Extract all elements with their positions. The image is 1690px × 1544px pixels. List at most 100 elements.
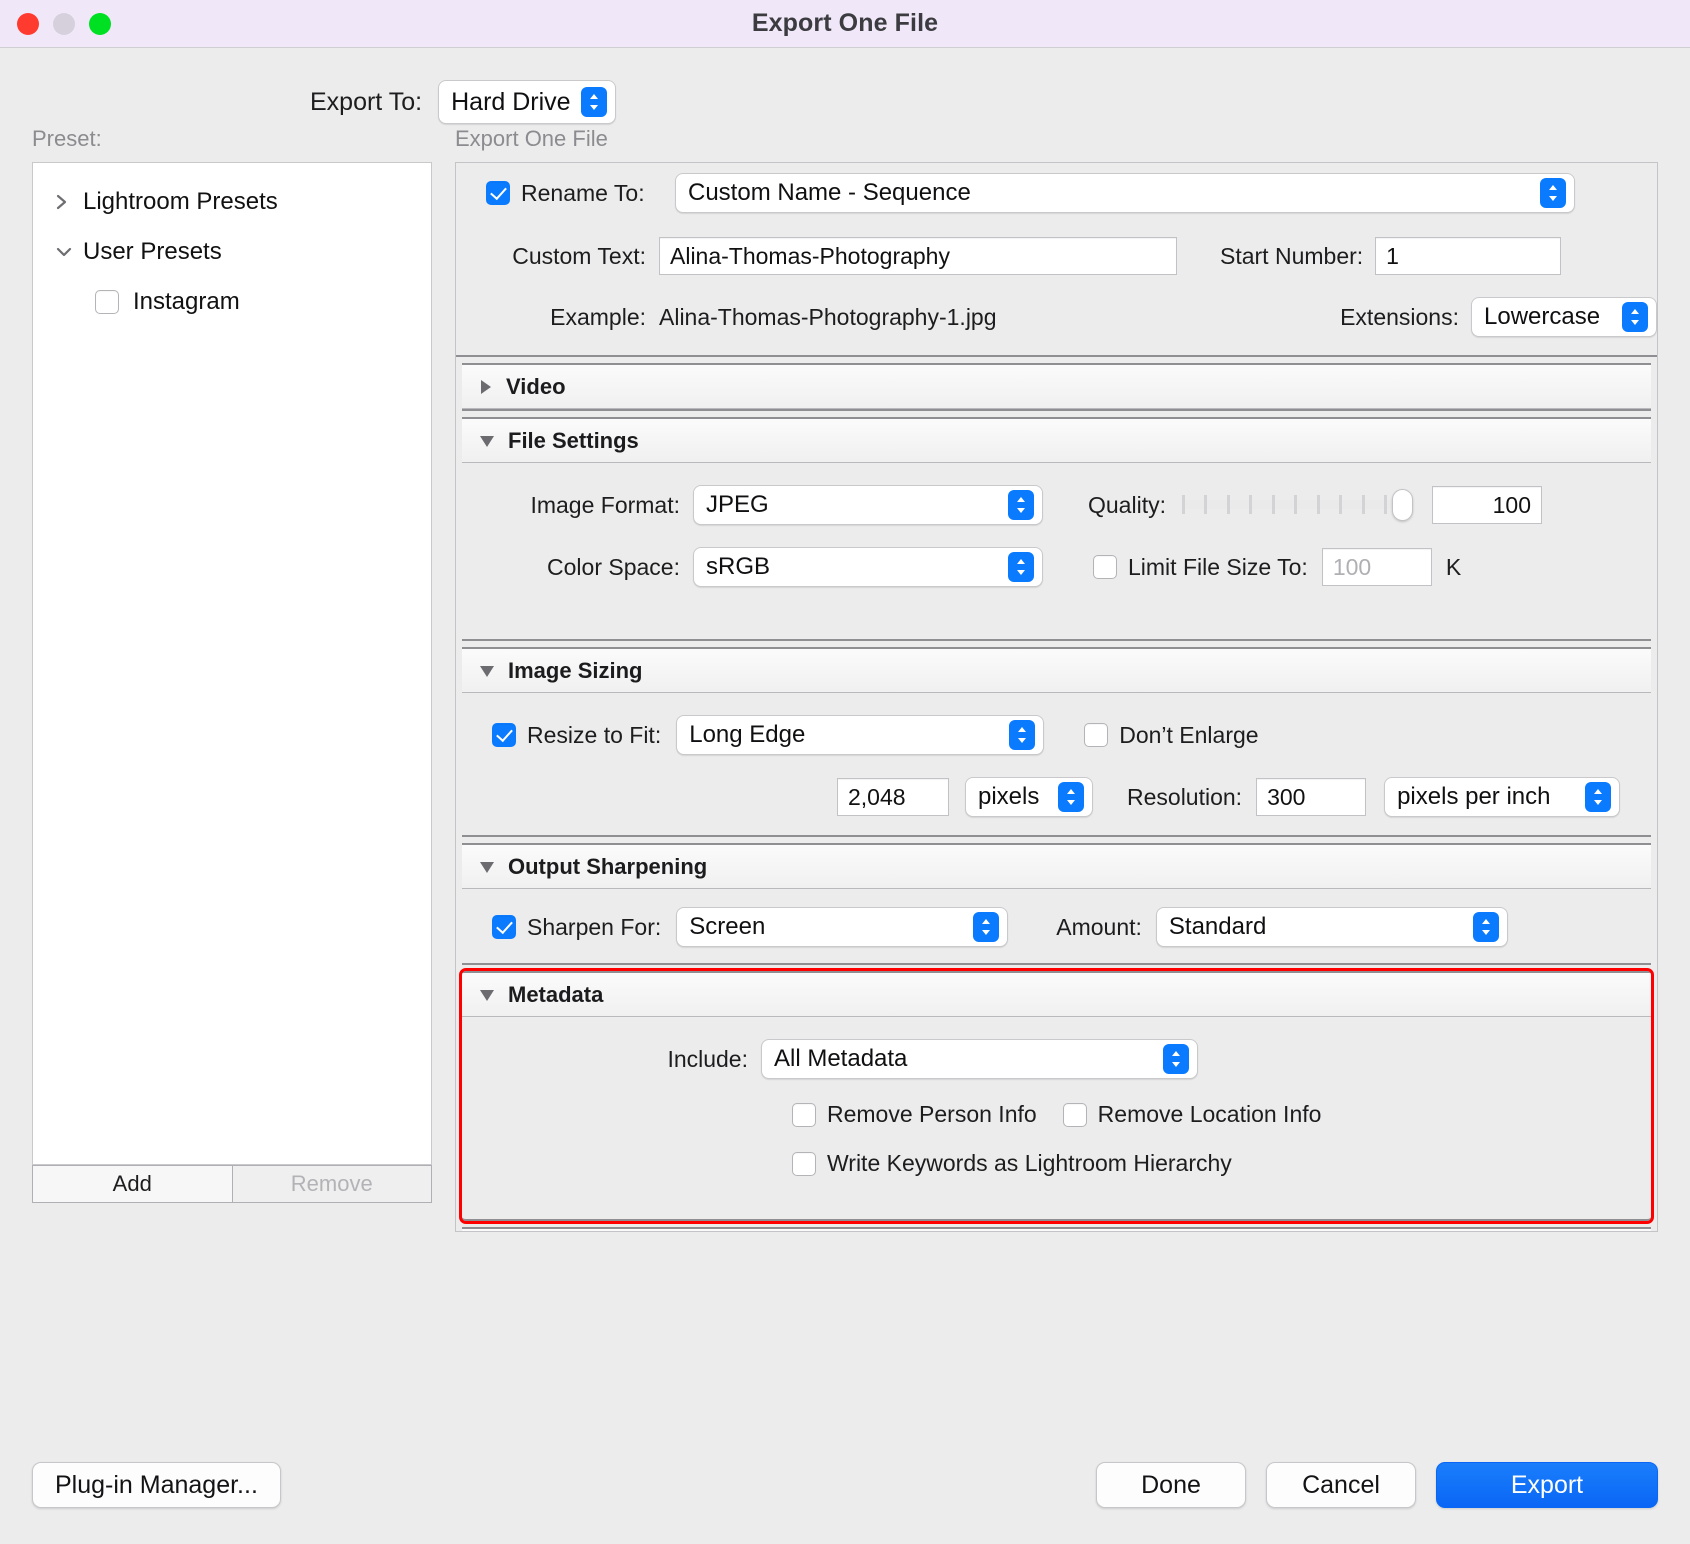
preset-group-label: Lightroom Presets — [83, 188, 278, 215]
resize-to-fit-checkbox[interactable] — [492, 723, 516, 747]
export-button[interactable]: Export — [1436, 1462, 1658, 1508]
dont-enlarge-checkbox[interactable] — [1084, 723, 1109, 747]
include-row: Include: All Metadata — [462, 1039, 1651, 1079]
triangle-down-icon[interactable] — [478, 662, 496, 680]
metadata-header[interactable]: Metadata — [462, 973, 1651, 1017]
remove-person-info-checkbox[interactable] — [792, 1102, 816, 1127]
remove-info-row: Remove Person Info Remove Location Info — [462, 1101, 1651, 1128]
settings-header: Export One File — [455, 126, 608, 151]
preset-column: Preset: Lightroom Presets User Presets I… — [32, 122, 432, 1232]
video-header[interactable]: Video — [462, 365, 1651, 409]
chevron-right-icon[interactable] — [55, 192, 83, 212]
rename-to-dropdown[interactable]: Custom Name - Sequence — [675, 173, 1575, 213]
triangle-down-icon[interactable] — [478, 432, 496, 450]
resolution-label: Resolution: — [1127, 783, 1243, 810]
export-to-value: Hard Drive — [451, 87, 571, 116]
resize-to-fit-row: Resize to Fit: Long Edge Don’t Enlarge — [462, 715, 1651, 755]
file-settings-header[interactable]: File Settings — [462, 419, 1651, 463]
triangle-down-icon[interactable] — [478, 858, 496, 876]
section-file-naming: Rename To: Custom Name - Sequence Custom… — [456, 163, 1657, 357]
chevron-updown-icon[interactable] — [1540, 178, 1566, 208]
triangle-right-icon[interactable] — [478, 378, 494, 396]
title-bar: Export One File — [0, 0, 1690, 48]
watermarking-header[interactable]: Watermarking No watermark — [462, 1229, 1651, 1231]
chevron-updown-icon[interactable] — [1585, 782, 1612, 812]
extensions-label: Extensions: — [1340, 303, 1459, 330]
color-space-dropdown[interactable]: sRGB — [693, 547, 1043, 587]
resolution-unit-value: pixels per inch — [1397, 783, 1551, 810]
file-settings-body: Image Format: JPEG Quality: 100 Color Sp… — [462, 463, 1651, 639]
dialog-footer: Plug-in Manager... Done Cancel Export — [0, 1426, 1690, 1544]
preset-item-label: Instagram — [133, 288, 240, 315]
chevron-updown-icon[interactable] — [1009, 720, 1036, 750]
sharpen-for-row: Sharpen For: Screen Amount: Standard — [462, 907, 1651, 947]
triangle-down-icon[interactable] — [478, 986, 496, 1004]
output-sharpening-header[interactable]: Output Sharpening — [462, 845, 1651, 889]
quality-value: 100 — [1492, 491, 1531, 518]
chevron-updown-icon[interactable] — [1622, 302, 1648, 332]
include-label: Include: — [667, 1045, 748, 1072]
section-video: Video — [462, 363, 1651, 411]
chevron-updown-icon[interactable] — [1472, 912, 1499, 942]
custom-text-input[interactable]: Alina-Thomas-Photography — [659, 237, 1177, 275]
chevron-down-icon[interactable] — [55, 242, 83, 262]
settings-column: Export One File Rename To: Custom Name -… — [455, 122, 1658, 1232]
quality-slider[interactable] — [1181, 488, 1413, 522]
sharpen-for-dropdown[interactable]: Screen — [676, 907, 1009, 947]
rename-to-label: Rename To: — [521, 179, 645, 206]
chevron-updown-icon[interactable] — [1008, 552, 1034, 582]
preset-group-lightroom[interactable]: Lightroom Presets — [33, 177, 431, 227]
quality-input[interactable]: 100 — [1431, 486, 1542, 524]
write-keywords-row: Write Keywords as Lightroom Hierarchy — [462, 1150, 1651, 1177]
write-keywords-checkbox[interactable] — [792, 1151, 816, 1176]
remove-location-info-checkbox[interactable] — [1062, 1102, 1087, 1127]
add-preset-button[interactable]: Add — [32, 1165, 233, 1203]
resolution-value: 300 — [1267, 783, 1306, 810]
limit-file-size-input[interactable]: 100 — [1321, 548, 1432, 586]
sharpen-for-value: Screen — [689, 913, 766, 940]
amount-dropdown[interactable]: Standard — [1155, 907, 1508, 947]
color-space-value: sRGB — [706, 553, 771, 580]
chevron-updown-icon[interactable] — [580, 87, 607, 117]
slider-thumb[interactable] — [1391, 489, 1413, 521]
preset-checkbox[interactable] — [95, 290, 119, 314]
preset-group-label: User Presets — [83, 238, 222, 265]
rename-to-checkbox[interactable] — [486, 181, 510, 205]
chevron-updown-icon[interactable] — [1058, 782, 1084, 812]
export-to-label: Export To: — [310, 87, 423, 116]
plugin-manager-button[interactable]: Plug-in Manager... — [32, 1462, 281, 1508]
size-input[interactable]: 2,048 — [837, 778, 949, 816]
amount-value: Standard — [1168, 913, 1267, 940]
size-unit-value: pixels — [978, 783, 1040, 810]
preset-list[interactable]: Lightroom Presets User Presets Instagram — [32, 162, 432, 1165]
extensions-dropdown[interactable]: Lowercase — [1471, 297, 1657, 337]
resolution-input[interactable]: 300 — [1256, 778, 1367, 816]
start-number-input[interactable]: 1 — [1375, 237, 1562, 275]
resize-to-fit-label: Resize to Fit: — [527, 721, 662, 748]
metadata-title: Metadata — [508, 981, 604, 1007]
done-button[interactable]: Done — [1096, 1462, 1246, 1508]
rename-to-value: Custom Name - Sequence — [688, 179, 971, 206]
resolution-unit-dropdown[interactable]: pixels per inch — [1384, 777, 1621, 817]
chevron-updown-icon[interactable] — [973, 912, 1000, 942]
export-to-dropdown[interactable]: Hard Drive — [438, 80, 616, 124]
rename-to-row: Rename To: Custom Name - Sequence — [456, 173, 1657, 213]
preset-group-user[interactable]: User Presets — [33, 227, 431, 277]
remove-person-info-label: Remove Person Info — [827, 1101, 1037, 1127]
include-dropdown[interactable]: All Metadata — [761, 1039, 1198, 1079]
video-title: Video — [506, 373, 566, 399]
resize-to-fit-dropdown[interactable]: Long Edge — [676, 715, 1045, 755]
limit-file-size-checkbox[interactable] — [1093, 555, 1117, 579]
image-format-dropdown[interactable]: JPEG — [693, 485, 1043, 525]
footer-button-group: Done Cancel Export — [1096, 1462, 1658, 1508]
section-output-sharpening: Output Sharpening Sharpen For: Screen Am… — [462, 843, 1651, 965]
preset-item-instagram[interactable]: Instagram — [33, 277, 431, 327]
image-sizing-header[interactable]: Image Sizing — [462, 649, 1651, 693]
image-sizing-title: Image Sizing — [508, 657, 643, 683]
chevron-updown-icon[interactable] — [1008, 490, 1034, 520]
sharpen-for-checkbox[interactable] — [492, 915, 516, 939]
size-unit-dropdown[interactable]: pixels — [965, 777, 1093, 817]
cancel-button[interactable]: Cancel — [1266, 1462, 1416, 1508]
resize-to-fit-value: Long Edge — [689, 721, 806, 748]
chevron-updown-icon[interactable] — [1163, 1044, 1189, 1074]
